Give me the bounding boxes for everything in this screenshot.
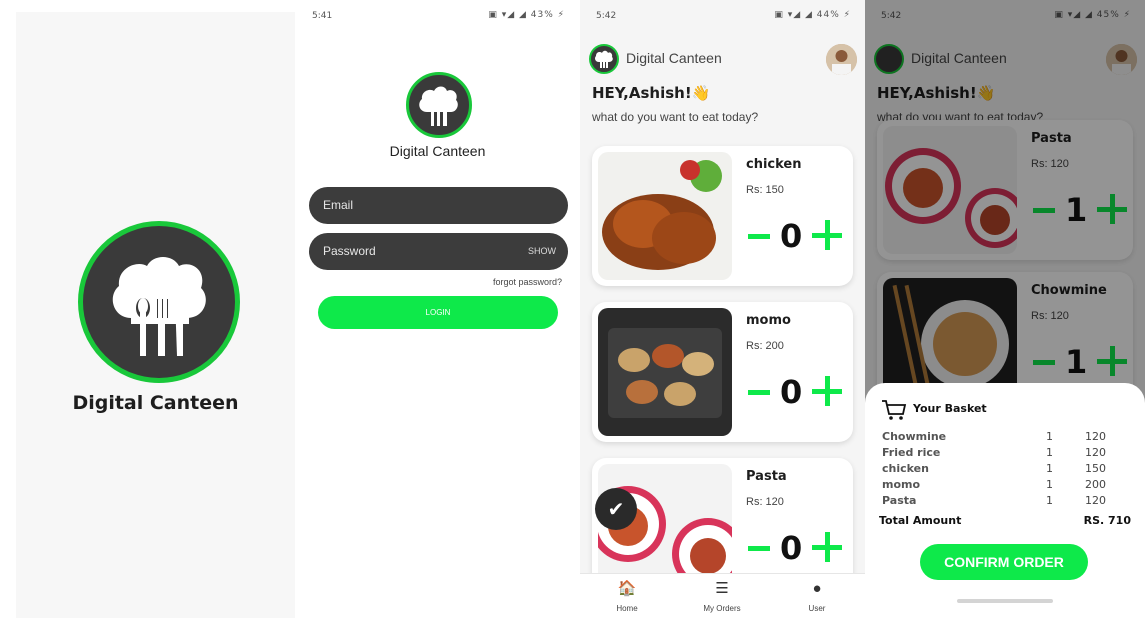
login-title: Digital Canteen: [389, 143, 486, 159]
app-logo-icon: [78, 221, 240, 383]
total-label: Total Amount: [879, 514, 962, 527]
cart-icon: [881, 399, 907, 421]
quantity-stepper: 0: [746, 528, 846, 568]
show-password-button[interactable]: SHOW: [528, 233, 556, 270]
home-screen: 5:42 ▣ ▾◢ ◢ 44% ⚡ Digital Canteen HEY,As…: [580, 0, 865, 618]
list-item: Pasta 1 120: [882, 494, 1132, 510]
nav-home-label: Home: [616, 604, 638, 613]
item-price: 120: [1085, 494, 1106, 507]
food-price: Rs: 200: [746, 340, 784, 352]
nav-home[interactable]: 🏠 Home: [592, 580, 662, 613]
home-indicator: [957, 599, 1053, 603]
item-qty: 1: [1046, 494, 1053, 507]
nav-user[interactable]: ● User: [782, 580, 852, 613]
item-qty: 1: [1046, 462, 1053, 475]
user-icon: ●: [812, 580, 822, 597]
status-time: 5:42: [596, 11, 617, 21]
email-placeholder: Email: [323, 198, 354, 212]
food-price: Rs: 150: [746, 184, 784, 196]
avatar[interactable]: [826, 44, 857, 75]
total-value: RS. 710: [1083, 514, 1131, 527]
food-image: [598, 308, 732, 436]
item-price: 150: [1085, 462, 1106, 475]
list-item: Fried rice 1 120: [882, 446, 1132, 462]
basket-sheet: Your Basket Chowmine 1 120 Fried rice 1 …: [865, 383, 1145, 618]
plus-button[interactable]: [812, 532, 842, 562]
status-time: 5:41: [312, 11, 333, 21]
food-name: Pasta: [746, 469, 787, 484]
status-icons: ▣ ▾◢ ◢ 43% ⚡: [488, 10, 565, 20]
subgreeting: what do you want to eat today?: [592, 110, 759, 124]
minus-button[interactable]: [748, 234, 770, 239]
item-name: Fried rice: [882, 446, 941, 459]
nav-orders-label: My Orders: [703, 604, 741, 613]
forgot-password-link[interactable]: forgot password?: [493, 277, 562, 287]
password-field[interactable]: Password SHOW: [309, 233, 568, 270]
item-qty: 1: [1046, 446, 1053, 459]
food-price: Rs: 120: [746, 496, 784, 508]
list-item: Chowmine 1 120: [882, 430, 1132, 446]
login-screen: 5:41 ▣ ▾◢ ◢ 43% ⚡ Digital Canteen Email …: [296, 0, 579, 618]
food-card[interactable]: chicken Rs: 150 0: [592, 146, 853, 286]
orders-icon: ☰: [715, 580, 729, 597]
list-item: chicken 1 150: [882, 462, 1132, 478]
confirm-order-button[interactable]: CONFIRM ORDER: [920, 544, 1088, 580]
quantity-value: 0: [780, 217, 803, 255]
minus-button[interactable]: [748, 390, 770, 395]
food-name: chicken: [746, 157, 802, 172]
list-item: momo 1 200: [882, 478, 1132, 494]
password-placeholder: Password: [323, 244, 376, 258]
check-icon[interactable]: ✔: [595, 488, 637, 530]
basket-title: Your Basket: [913, 402, 987, 415]
nav-my-orders[interactable]: ☰ My Orders: [687, 580, 757, 613]
quantity-value: 0: [780, 373, 803, 411]
app-title: Digital Canteen: [626, 50, 722, 66]
item-price: 120: [1085, 446, 1106, 459]
nav-user-label: User: [808, 604, 826, 613]
item-qty: 1: [1046, 478, 1053, 491]
status-bar: 5:41 ▣ ▾◢ ◢ 43% ⚡: [296, 0, 579, 30]
status-bar: 5:42 ▣ ▾◢ ◢ 44% ⚡: [580, 0, 865, 30]
bottom-nav: 🏠 Home ☰ My Orders ● User: [580, 573, 865, 618]
food-name: momo: [746, 313, 791, 328]
total-row: Total Amount RS. 710: [879, 514, 1131, 527]
item-name: Chowmine: [882, 430, 947, 443]
quantity-stepper: 0: [746, 372, 846, 412]
app-logo-icon: [406, 72, 472, 138]
minus-button[interactable]: [748, 546, 770, 551]
item-name: momo: [882, 478, 921, 491]
food-card[interactable]: momo Rs: 200 0: [592, 302, 853, 442]
item-price: 120: [1085, 430, 1106, 443]
home-icon: 🏠: [617, 580, 637, 597]
item-price: 200: [1085, 478, 1106, 491]
status-icons: ▣ ▾◢ ◢ 44% ⚡: [774, 10, 851, 20]
plus-button[interactable]: [812, 220, 842, 250]
item-qty: 1: [1046, 430, 1053, 443]
item-name: Pasta: [882, 494, 917, 507]
login-button[interactable]: LOGIN: [318, 296, 558, 329]
quantity-value: 0: [780, 529, 803, 567]
splash-screen: Digital Canteen: [16, 12, 295, 618]
splash-title: Digital Canteen: [72, 392, 239, 414]
email-field[interactable]: Email: [309, 187, 568, 224]
item-name: chicken: [882, 462, 929, 475]
plus-button[interactable]: [812, 376, 842, 406]
food-image: [598, 152, 732, 280]
greeting: HEY,Ashish!👋: [592, 84, 711, 102]
basket-screen: 5:42 ▣ ▾◢ ◢ 45% ⚡ Digital Canteen HEY,As…: [865, 0, 1145, 618]
quantity-stepper: 0: [746, 216, 846, 256]
app-logo-icon: [589, 44, 619, 74]
